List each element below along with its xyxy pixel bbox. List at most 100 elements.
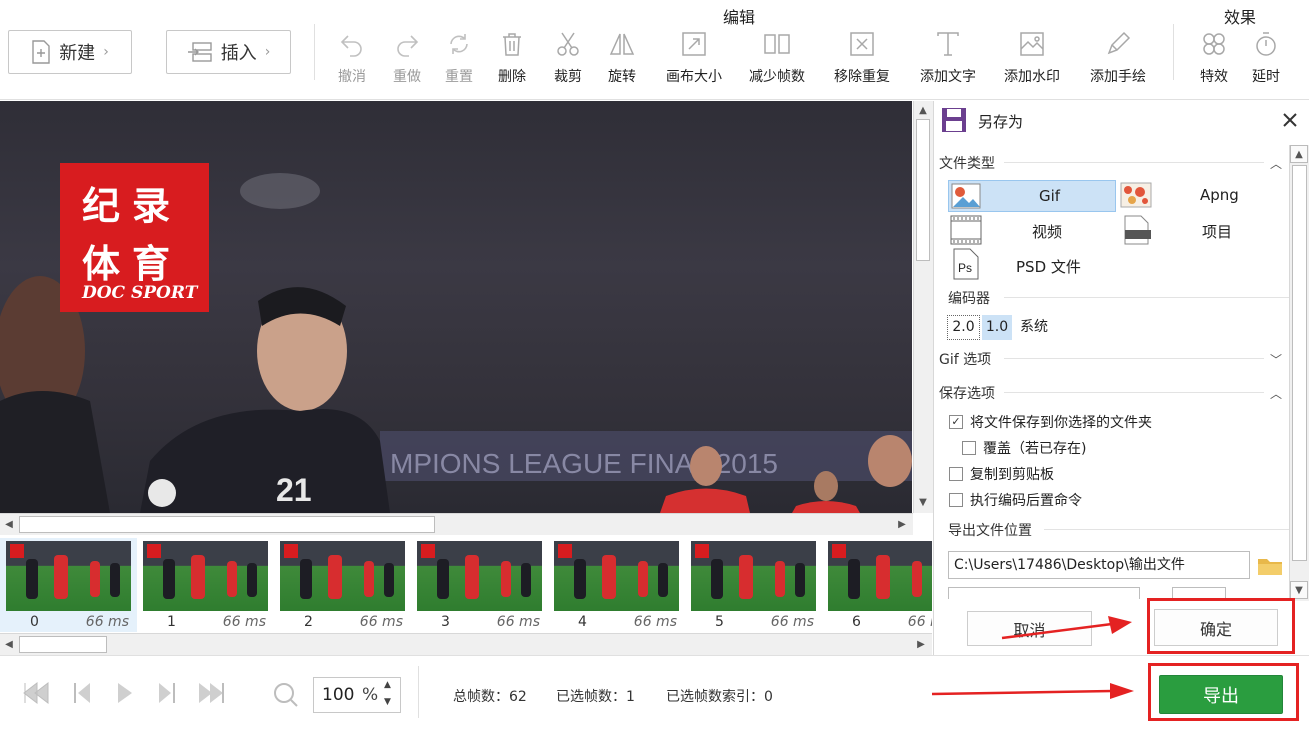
spin-up-icon[interactable]: ▲	[384, 680, 391, 690]
frames-horizontal-scrollbar[interactable]: ◀ ▶	[0, 633, 932, 655]
encoder-title: 编码器	[948, 291, 990, 307]
frame-item[interactable]: 5 66 ms	[685, 538, 822, 632]
file-type-gif[interactable]: Gif	[948, 180, 1116, 212]
scroll-left-icon[interactable]: ◀	[0, 515, 18, 533]
gif-options-title[interactable]: Gif 选项	[939, 349, 991, 369]
rotate-button[interactable]: 旋转	[592, 30, 652, 90]
file-name-input[interactable]	[948, 587, 1140, 599]
last-frame-icon[interactable]	[197, 680, 225, 706]
add-text-button[interactable]: 添加文字	[917, 30, 979, 90]
canvas-resize-icon	[663, 30, 725, 62]
scroll-down-icon[interactable]: ▼	[1290, 581, 1308, 599]
effects-button[interactable]: 特效	[1184, 30, 1244, 90]
chevron-down-icon[interactable]: ﹀	[1270, 351, 1282, 368]
frame-item[interactable]: 2 66 ms	[274, 538, 411, 632]
preview-vertical-scrollbar[interactable]: ▲ ▼	[913, 101, 933, 513]
scroll-thumb[interactable]	[1292, 165, 1307, 561]
scroll-thumb[interactable]	[916, 119, 930, 261]
scroll-right-icon[interactable]: ▶	[912, 635, 930, 653]
run-command-checkbox[interactable]	[949, 493, 963, 507]
encoder-option-1-0[interactable]: 1.0	[982, 315, 1012, 340]
frame-thumbnail	[417, 541, 542, 611]
encoder-option-system[interactable]: 系统	[1016, 315, 1056, 340]
delay-label: 延时	[1252, 69, 1280, 85]
redo-button[interactable]: 重做	[377, 30, 437, 90]
scroll-thumb[interactable]	[19, 516, 435, 533]
film-strip-icon	[950, 215, 982, 245]
file-type-apng[interactable]: Apng	[1118, 180, 1286, 212]
frame-item[interactable]: 4 66 ms	[548, 538, 685, 632]
preview-horizontal-scrollbar[interactable]: ◀ ▶	[0, 513, 913, 535]
reset-label: 重置	[445, 69, 473, 85]
frame-duration: 66 ms	[633, 614, 677, 630]
svg-text:21: 21	[276, 472, 312, 508]
toolbar: 新建 › 插入 › 编辑 效果 撤消 重做 重置 删除 裁剪 旋转 画布大小 减…	[0, 0, 1309, 100]
panel-vertical-scrollbar[interactable]: ▲ ▼	[1289, 145, 1309, 601]
frame-list: 0 66 ms 1 66 ms 2 66 ms 3 66 ms 4 66 ms …	[0, 538, 932, 632]
folder-icon[interactable]	[1257, 556, 1283, 576]
selected-frames-text: 已选帧数：1	[556, 689, 635, 705]
divider	[1173, 24, 1174, 80]
undo-icon	[322, 30, 382, 62]
file-type-psd[interactable]: Ps PSD 文件	[948, 248, 1116, 280]
frame-thumbnail	[828, 541, 932, 611]
file-type-video[interactable]: 视频	[948, 214, 1116, 246]
scroll-left-icon[interactable]: ◀	[0, 635, 18, 653]
close-icon[interactable]	[1283, 113, 1297, 127]
reset-button[interactable]: 重置	[429, 30, 489, 90]
annotation-arrow-export	[931, 683, 1134, 699]
chevron-up-icon[interactable]: ︿	[1270, 385, 1282, 402]
overwrite-checkbox[interactable]	[962, 441, 976, 455]
next-frame-icon[interactable]	[155, 680, 177, 706]
frame-item[interactable]: 0 66 ms	[0, 538, 137, 632]
frame-preview: MPIONS LEAGUE FINAL 2015 21 纪录 体育 DOC SP…	[0, 101, 912, 513]
frame-thumbnail	[143, 541, 268, 611]
undo-button[interactable]: 撤消	[322, 30, 382, 90]
reduce-frames-button[interactable]: 减少帧数	[746, 30, 808, 90]
remove-duplicates-button[interactable]: 移除重复	[831, 30, 893, 90]
encoder-option-2-0[interactable]: 2.0	[947, 315, 980, 340]
zoom-input[interactable]: 100 % ▲ ▼	[313, 677, 401, 713]
scroll-down-icon[interactable]: ▼	[914, 493, 932, 511]
crop-button[interactable]: 裁剪	[538, 30, 598, 90]
play-icon[interactable]	[115, 680, 135, 706]
scroll-up-icon[interactable]: ▲	[914, 101, 932, 119]
insert-button[interactable]: 插入 ›	[166, 30, 291, 74]
frame-item[interactable]: 3 66 ms	[411, 538, 548, 632]
new-button[interactable]: 新建 ›	[8, 30, 132, 74]
copy-clipboard-label: 复制到剪贴板	[970, 467, 1054, 483]
add-watermark-button[interactable]: 添加水印	[1001, 30, 1063, 90]
save-to-folder-checkbox[interactable]: ✓	[949, 415, 963, 429]
group-title-edit: 编辑	[723, 8, 756, 27]
pencil-icon	[1087, 30, 1149, 62]
scroll-right-icon[interactable]: ▶	[893, 515, 911, 533]
rotate-label: 旋转	[608, 69, 636, 85]
save-as-panel: 另存为 ▲ ▼ 文件类型 ︿ Gif Apng 视频 项目 Ps PSD 文件 …	[933, 101, 1309, 655]
export-location-title: 导出文件位置	[948, 523, 1032, 539]
delay-button[interactable]: 延时	[1236, 30, 1296, 90]
divider	[1004, 392, 1264, 393]
spin-down-icon[interactable]: ▼	[384, 697, 391, 707]
first-frame-icon[interactable]	[22, 680, 50, 706]
export-path-input[interactable]: C:\Users\17486\Desktop\输出文件	[948, 551, 1250, 579]
zoom-icon[interactable]	[272, 681, 300, 709]
file-type-project[interactable]: 项目	[1118, 214, 1286, 246]
svg-text:Ps: Ps	[958, 261, 972, 275]
copy-clipboard-checkbox[interactable]	[949, 467, 963, 481]
frame-item[interactable]: 1 66 ms	[137, 538, 274, 632]
frame-item[interactable]: 6 66 ms	[822, 538, 932, 632]
run-command-label: 执行编码后置命令	[970, 493, 1082, 509]
chevron-up-icon[interactable]: ︿	[1270, 155, 1282, 172]
add-text-label: 添加文字	[920, 69, 976, 85]
scroll-up-icon[interactable]: ▲	[1290, 145, 1308, 163]
scroll-thumb[interactable]	[19, 636, 107, 653]
add-drawing-button[interactable]: 添加手绘	[1087, 30, 1149, 90]
reduce-frames-label: 减少帧数	[749, 69, 805, 85]
frame-index: 0	[30, 614, 39, 630]
file-type-apng-label: Apng	[1200, 186, 1239, 204]
delete-button[interactable]: 删除	[482, 30, 542, 90]
crop-label: 裁剪	[554, 69, 582, 85]
canvas-size-button[interactable]: 画布大小	[663, 30, 725, 90]
group-title-effects: 效果	[1224, 8, 1257, 27]
previous-frame-icon[interactable]	[72, 680, 94, 706]
